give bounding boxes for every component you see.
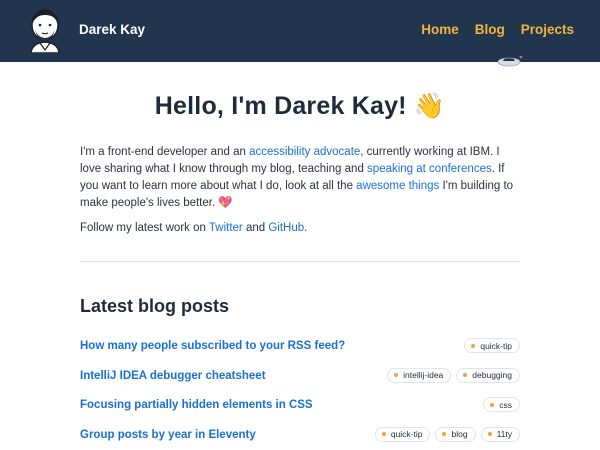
follow-paragraph: Follow my latest work on Twitter and Git…	[80, 222, 308, 234]
list-item: Group posts by year in Eleventy quick-ti…	[80, 426, 520, 450]
post-title-link[interactable]: How many people subscribed to your RSS f…	[80, 338, 345, 352]
avatar-portrait-icon[interactable]	[28, 7, 62, 53]
waving-hand-icon: 👋	[413, 92, 446, 120]
tag-dot-icon	[490, 402, 495, 407]
post-title-link[interactable]: Group posts by year in Eleventy	[80, 427, 256, 441]
tag-badge[interactable]: quick-tip	[374, 426, 431, 442]
page-title: Hello, I'm Darek Kay! 👋	[154, 92, 446, 120]
nav-home[interactable]: Home	[421, 22, 459, 37]
post-tags: intellij-idea debugging	[387, 367, 520, 383]
tag-badge[interactable]: 11ty	[480, 426, 520, 442]
awesome-things-link[interactable]: awesome things	[356, 180, 439, 192]
tag-dot-icon	[394, 373, 399, 377]
spaceship-icon	[497, 55, 523, 67]
heart-icon: 💖	[218, 197, 233, 209]
post-title-link[interactable]: Focusing partially hidden elements in CS…	[80, 397, 313, 411]
accessibility-advocate-link[interactable]: accessibility advocate	[249, 146, 360, 158]
list-item: Focusing partially hidden elements in CS…	[80, 397, 520, 427]
post-tags: css	[483, 397, 520, 412]
list-item: How many people subscribed to your RSS f…	[80, 338, 520, 368]
tag-dot-icon	[442, 432, 447, 436]
intro-paragraph: I'm a front-end developer and an accessi…	[80, 146, 514, 209]
post-tags: quick-tip	[464, 338, 520, 353]
tag-badge[interactable]: intellij-idea	[387, 367, 452, 383]
twitter-link[interactable]: Twitter	[209, 222, 243, 234]
site-name-link[interactable]: Darek Kay	[79, 22, 145, 37]
tag-badge[interactable]: css	[483, 397, 520, 412]
blog-post-list: How many people subscribed to your RSS f…	[80, 338, 520, 450]
tag-dot-icon	[463, 373, 468, 377]
tag-badge[interactable]: quick-tip	[464, 338, 520, 353]
blog-heading: Latest blog posts	[80, 296, 230, 316]
tag-dot-icon	[381, 432, 386, 436]
tag-badge[interactable]: blog	[435, 426, 476, 442]
github-link[interactable]: GitHub	[268, 222, 304, 234]
tag-dot-icon	[471, 343, 476, 348]
tag-badge[interactable]: debugging	[456, 367, 520, 383]
post-title-link[interactable]: IntelliJ IDEA debugger cheatsheet	[80, 368, 266, 382]
post-tags: quick-tip blog 11ty	[374, 426, 520, 442]
main-nav: Home Blog Projects	[421, 22, 574, 37]
tag-dot-icon	[487, 432, 492, 436]
nav-blog[interactable]: Blog	[475, 22, 505, 37]
section-divider	[80, 261, 520, 262]
speaking-link[interactable]: speaking at conferences	[367, 163, 492, 175]
list-item: IntelliJ IDEA debugger cheatsheet intell…	[80, 367, 520, 398]
nav-projects[interactable]: Projects	[521, 22, 574, 37]
